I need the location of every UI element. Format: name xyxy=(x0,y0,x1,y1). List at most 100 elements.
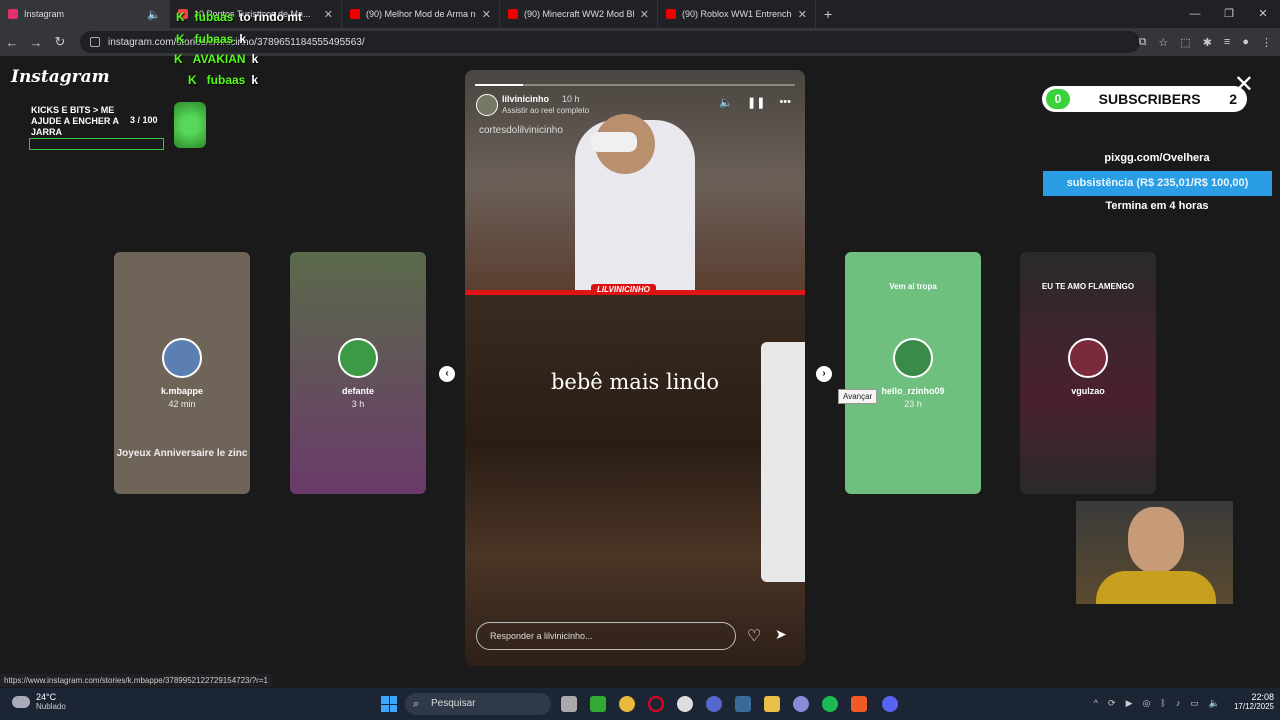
weather-widget[interactable]: 24°C Nublado xyxy=(12,692,66,711)
jar-icon xyxy=(174,102,206,148)
new-tab-button[interactable]: + xyxy=(816,6,840,22)
tab-melhor-mod[interactable]: (90) Melhor Mod de Arma no M ✕ xyxy=(342,0,500,28)
clock[interactable]: 22:08 17/12/2025 xyxy=(1234,692,1274,711)
tab-title: (90) Minecraft WW2 Mod Block xyxy=(524,9,634,19)
story-author-avatar[interactable] xyxy=(476,94,498,116)
profile-avatar[interactable]: ● xyxy=(1242,36,1249,48)
previous-story-button[interactable]: ‹ xyxy=(439,366,455,382)
story-time: 10 h xyxy=(562,94,580,104)
start-icon[interactable] xyxy=(381,696,397,712)
webcam-overlay xyxy=(1076,501,1233,604)
chat-user: fubaas xyxy=(194,10,234,24)
like-heart-icon[interactable]: ♡ xyxy=(747,626,761,646)
pix-url: pixgg.com/Ovelhera xyxy=(1104,152,1210,164)
puzzle-icon[interactable]: ✱ xyxy=(1203,36,1212,49)
story-watermark: cortesdolilvinicinho xyxy=(479,125,563,136)
active-story[interactable]: LILVINICINHO lilvinicinho 10 h Assistir … xyxy=(465,70,805,666)
story-progress-bar xyxy=(475,84,795,86)
github-icon[interactable] xyxy=(677,696,693,712)
weather-desc: Nublado xyxy=(36,702,66,711)
menu-icon[interactable]: ⋮ xyxy=(1261,36,1272,49)
opera-icon[interactable] xyxy=(648,696,664,712)
steam-icon[interactable] xyxy=(735,696,751,712)
taskbar-search[interactable]: ⌕ Pesquisar xyxy=(405,693,551,715)
play-icon[interactable]: ▶ xyxy=(1126,698,1133,709)
volume-icon[interactable]: 🔈 xyxy=(719,96,733,109)
spotify-icon[interactable] xyxy=(822,696,838,712)
app-icon[interactable]: ◎ xyxy=(1143,698,1151,709)
watch-reel-link[interactable]: Assistir ao reel completo xyxy=(502,106,589,115)
extensions-icon[interactable]: ⬚ xyxy=(1180,36,1190,49)
back-icon[interactable]: ← xyxy=(0,35,24,50)
media-icon[interactable]: ≡ xyxy=(1224,36,1230,48)
sync-icon[interactable]: ⟳ xyxy=(1108,698,1116,709)
tab-title: (90) Roblox WW1 Entrenched (l xyxy=(682,9,792,19)
kick-icon: K xyxy=(176,32,185,46)
close-tab-icon[interactable]: 🔈 xyxy=(147,8,161,21)
send-icon[interactable]: ➤ xyxy=(775,626,787,643)
tab-minecraft[interactable]: (90) Minecraft WW2 Mod Block ✕ xyxy=(500,0,658,28)
app-icon[interactable] xyxy=(706,696,722,712)
site-info-icon[interactable] xyxy=(90,37,100,47)
install-app-icon[interactable]: ⧉ xyxy=(1139,36,1147,49)
mic-icon[interactable]: ♪ xyxy=(1176,698,1181,709)
tab-roblox[interactable]: (90) Roblox WW1 Entrenched (l ✕ xyxy=(658,0,816,28)
forward-icon[interactable]: → xyxy=(24,35,48,50)
close-window-icon[interactable]: ✕ xyxy=(1246,0,1280,28)
jar-goal-count: 3 / 100 xyxy=(130,115,158,125)
reload-icon[interactable]: ↻ xyxy=(48,34,72,50)
toolbar-right: ⧉ ☆ ⬚ ✱ ≡ ● ⋮ xyxy=(1139,28,1272,56)
close-tab-icon[interactable]: ✕ xyxy=(640,8,649,21)
temperature: 24°C xyxy=(36,692,57,702)
card-caption: Joyeux Anniversaire le zinc xyxy=(116,448,248,459)
story-author-name[interactable]: lilvinicinho xyxy=(502,94,549,104)
bookmark-star-icon[interactable]: ☆ xyxy=(1158,36,1168,49)
story-controls: 🔈 ❚❚ ••• xyxy=(719,96,791,109)
taskbar: 24°C Nublado ⌕ Pesquisar ^ ⟳ ▶ ◎ ᛒ ♪ ▭ 🔈… xyxy=(0,688,1280,720)
task-view-icon[interactable] xyxy=(561,696,577,712)
tab-title: (90) Melhor Mod de Arma no M xyxy=(366,9,476,19)
pause-icon[interactable]: ❚❚ xyxy=(747,96,765,109)
card-time: 3 h xyxy=(351,399,365,409)
subscribers-label: SUBSCRIBERS xyxy=(1098,91,1201,107)
chat-text: k xyxy=(239,32,247,46)
more-options-icon[interactable]: ••• xyxy=(779,96,791,109)
youtube-favicon-icon xyxy=(508,9,518,19)
close-tab-icon[interactable]: ✕ xyxy=(324,8,333,21)
volume-icon[interactable]: 🔈 xyxy=(1209,698,1220,709)
bluetooth-icon[interactable]: ᛒ xyxy=(1160,698,1165,709)
brave-icon[interactable] xyxy=(851,696,867,712)
kick-icon: K xyxy=(174,52,183,66)
kick-icon: K xyxy=(176,10,185,24)
story-card-defante[interactable]: defante 3 h xyxy=(290,252,426,494)
chat-user: AVAKIAN xyxy=(192,52,246,66)
next-story-button[interactable]: › xyxy=(816,366,832,382)
chat-message: Kfubaas k xyxy=(188,73,258,87)
tab-instagram[interactable]: Instagram 🔈 xyxy=(0,0,170,28)
maximize-icon[interactable]: ❐ xyxy=(1212,0,1246,28)
close-tab-icon[interactable]: ✕ xyxy=(798,8,807,21)
story-progress-fill xyxy=(475,84,523,86)
app-icon[interactable] xyxy=(793,696,809,712)
minimize-icon[interactable]: — xyxy=(1178,0,1212,28)
story-card-hello-rzinho[interactable]: Vem aí tropa hello_rzinho09 23 h xyxy=(845,252,981,494)
chat-message: Kfubaas k xyxy=(176,32,246,46)
network-icon[interactable]: ▭ xyxy=(1190,698,1199,709)
chrome-icon[interactable] xyxy=(619,696,635,712)
pix-goal-bar: subsistência (R$ 235,01/R$ 100,00) xyxy=(1043,171,1272,196)
folder-icon[interactable] xyxy=(764,696,780,712)
discord-icon[interactable] xyxy=(882,696,898,712)
story-card-kmbappe[interactable]: Joyeux Anniversaire le zinc k.mbappe 42 … xyxy=(114,252,250,494)
instagram-logo[interactable]: Instagram xyxy=(11,67,110,87)
story-card-vgulzao[interactable]: EU TE AMO FLAMENGO vgulzao xyxy=(1020,252,1156,494)
story-tag: LILVINICINHO xyxy=(591,284,656,295)
chevron-up-icon[interactable]: ^ xyxy=(1094,698,1098,709)
play-icon[interactable] xyxy=(590,696,606,712)
reply-input[interactable]: Responder a lilvinicinho... xyxy=(476,622,736,650)
instagram-favicon-icon xyxy=(8,9,18,19)
avatar xyxy=(162,338,202,378)
chat-message: K AVAKIAN k xyxy=(174,52,258,66)
pix-ends: Termina em 4 horas xyxy=(1105,200,1209,212)
close-tab-icon[interactable]: ✕ xyxy=(482,8,491,21)
status-url: https://www.instagram.com/stories/k.mbap… xyxy=(0,674,272,687)
